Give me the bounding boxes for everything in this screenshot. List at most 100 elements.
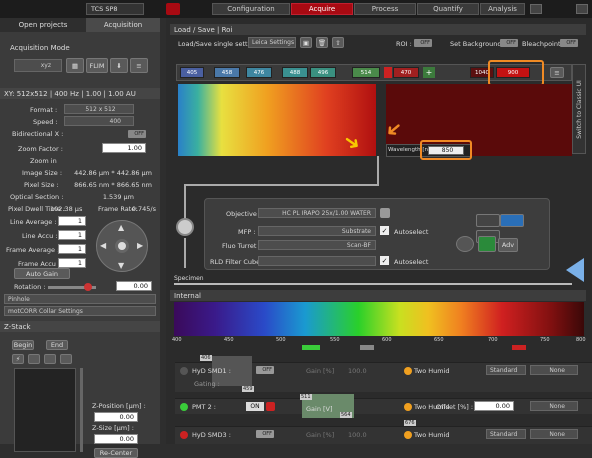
- begin-button[interactable]: Begin: [12, 340, 34, 350]
- pmt2-power-icon[interactable]: [266, 402, 275, 411]
- tick-750: 750: [540, 337, 550, 343]
- export-icon[interactable]: ⇧: [332, 37, 344, 48]
- optics-button-1[interactable]: [476, 214, 500, 227]
- end-button[interactable]: End: [46, 340, 68, 350]
- stack-icon: ≡: [136, 61, 142, 70]
- hyd1-toggle[interactable]: OFF: [256, 366, 274, 374]
- zstack-slider[interactable]: [80, 368, 83, 452]
- laser-514[interactable]: 514: [352, 67, 380, 78]
- speed-select[interactable]: 400: [64, 116, 134, 126]
- zstack-header[interactable]: Z-Stack: [0, 321, 160, 332]
- objective-select[interactable]: HC PL IRAPO 25x/1.00 WATER: [258, 208, 376, 218]
- acq-mode-select[interactable]: xyz: [14, 59, 62, 72]
- zsize-input[interactable]: 0.00: [94, 434, 138, 444]
- rotation-input[interactable]: 0.00: [116, 281, 152, 291]
- motcorr-section[interactable]: motCORR Collar Settings: [4, 306, 156, 316]
- zstack-tool-3[interactable]: [44, 354, 56, 364]
- frame-average-input[interactable]: 1: [58, 244, 86, 254]
- arrow-up-icon[interactable]: ▲: [118, 223, 124, 232]
- zpos-input[interactable]: 0.00: [94, 412, 138, 422]
- save-icon[interactable]: ▣: [300, 37, 312, 48]
- hyd1-mode[interactable]: Standard: [486, 365, 526, 375]
- tab-open-projects[interactable]: Open projects: [0, 18, 86, 32]
- laser-488[interactable]: 488: [282, 67, 308, 78]
- workflow-quantify[interactable]: Quantify: [417, 3, 479, 15]
- rld-select[interactable]: [258, 256, 376, 266]
- zstack-tool-1[interactable]: ⚡: [12, 354, 24, 364]
- xy-header[interactable]: XY: 512x512 | 400 Hz | 1.00 | 1.00 AU: [0, 88, 160, 99]
- spectrum-divider[interactable]: [376, 84, 386, 156]
- zoom-factor-input[interactable]: 1.00: [102, 143, 146, 153]
- pmt2-seq[interactable]: None: [530, 401, 578, 411]
- rotation-handle[interactable]: [84, 283, 92, 291]
- hyd1-seq[interactable]: None: [530, 365, 578, 375]
- tab-acquisition[interactable]: Acquisition: [86, 18, 160, 32]
- laser-405[interactable]: 405: [180, 67, 204, 78]
- film-icon[interactable]: [456, 236, 474, 252]
- zstack-view[interactable]: [14, 368, 76, 452]
- bidir-toggle[interactable]: OFF: [128, 130, 146, 138]
- laser-470[interactable]: 470: [393, 67, 419, 78]
- mfp-autoselect-check[interactable]: ✓: [380, 226, 389, 235]
- frame-accu-input[interactable]: 1: [58, 258, 86, 268]
- tick-550: 550: [330, 337, 340, 343]
- delete-icon[interactable]: 🗑: [316, 37, 328, 48]
- hyd3-mode[interactable]: Standard: [486, 429, 526, 439]
- grid-mode-button[interactable]: ▦: [66, 58, 84, 73]
- recenter-button[interactable]: Re-Center: [94, 448, 138, 458]
- mode-button-4[interactable]: ≡: [130, 58, 148, 73]
- bleachpoint-toggle[interactable]: OFF: [560, 39, 578, 47]
- pmt-marker-511: 511: [300, 394, 312, 400]
- line-average-input[interactable]: 1: [58, 216, 86, 226]
- pmt2-dot[interactable]: [180, 403, 188, 411]
- hyd3-dot[interactable]: [180, 431, 188, 439]
- emission-spectrum[interactable]: [174, 302, 584, 336]
- shield-icon[interactable]: [478, 236, 496, 252]
- hyd3-seq[interactable]: None: [530, 429, 578, 439]
- adv-button[interactable]: Adv: [498, 238, 518, 252]
- load-save-select[interactable]: Leica Settings: [248, 37, 296, 48]
- pinhole-section[interactable]: Pinhole: [4, 294, 156, 304]
- fluo-select[interactable]: Scan-BF: [258, 240, 376, 250]
- hyd1-dot[interactable]: [180, 367, 188, 375]
- laser-list-button[interactable]: ≡: [550, 67, 564, 78]
- flim-button[interactable]: FLIM: [86, 58, 108, 73]
- auto-gain-button[interactable]: Auto Gain: [14, 268, 70, 279]
- internal-header[interactable]: Internal: [170, 290, 586, 301]
- optical-section-value: 1.539 µm: [102, 193, 134, 201]
- set-bg-toggle[interactable]: OFF: [500, 39, 518, 47]
- format-select[interactable]: 512 x 512: [64, 104, 134, 114]
- laser-476[interactable]: 476: [246, 67, 272, 78]
- zstack-tool-2[interactable]: [28, 354, 40, 364]
- zoom-in-label: Zoom in: [30, 157, 57, 165]
- arrow-down-icon[interactable]: ▼: [118, 261, 124, 270]
- pan-center-icon[interactable]: [115, 239, 129, 253]
- arrow-right-icon[interactable]: ▶: [137, 241, 143, 250]
- workflow-acquire[interactable]: Acquire: [291, 3, 353, 15]
- pmt2-offset[interactable]: 0.00: [474, 401, 514, 411]
- laser-458[interactable]: 458: [214, 67, 240, 78]
- switch-classic-ui[interactable]: Switch to Classic UI: [572, 64, 586, 154]
- arrow-left-icon[interactable]: ◀: [100, 241, 106, 250]
- add-laser-icon[interactable]: +: [423, 67, 435, 78]
- pan-control[interactable]: ▲ ▼ ◀ ▶: [96, 220, 148, 272]
- laser-470-icon[interactable]: [384, 67, 392, 78]
- load-save-header[interactable]: Load / Save | Roi: [170, 24, 586, 35]
- home-button[interactable]: [166, 3, 180, 15]
- roi-toggle[interactable]: OFF: [414, 39, 432, 47]
- zstack-tool-4[interactable]: [60, 354, 72, 364]
- arrow-icon[interactable]: [530, 4, 542, 14]
- microscope-select[interactable]: TCS SP8: [86, 3, 144, 15]
- laser-496[interactable]: 496: [310, 67, 336, 78]
- workflow-process[interactable]: Process: [354, 3, 416, 15]
- optics-button-3[interactable]: [500, 214, 524, 227]
- settings-icon[interactable]: [576, 4, 588, 14]
- mfp-select[interactable]: Substrate: [258, 226, 376, 236]
- hyd3-toggle[interactable]: OFF: [256, 430, 274, 438]
- workflow-configuration[interactable]: Configuration: [212, 3, 290, 15]
- mode-button-3[interactable]: ⬇: [110, 58, 128, 73]
- rld-autoselect-check[interactable]: ✓: [380, 256, 389, 265]
- workflow-analysis[interactable]: Analysis: [480, 3, 525, 15]
- line-accu-input[interactable]: 1: [58, 230, 86, 240]
- pmt2-toggle[interactable]: ON: [246, 402, 264, 411]
